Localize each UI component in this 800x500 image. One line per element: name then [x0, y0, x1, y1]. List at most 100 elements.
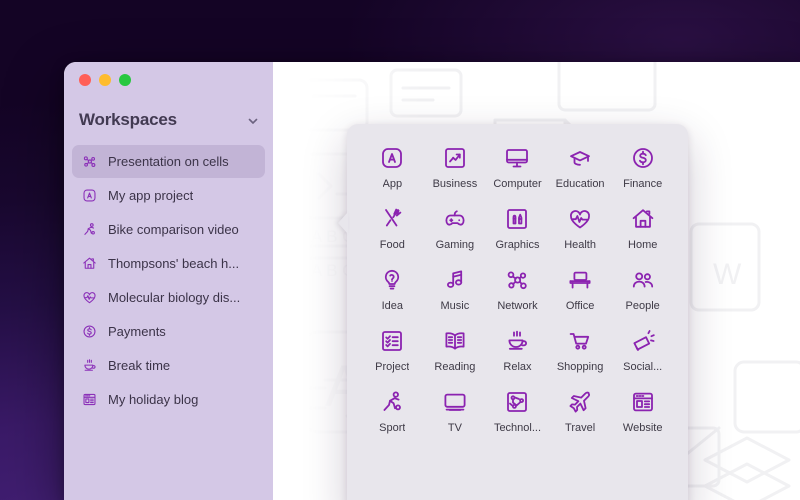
sidebar-item-label: My app project	[108, 188, 194, 203]
network-icon	[503, 266, 531, 294]
icon-option[interactable]: Network	[486, 262, 549, 312]
icon-option-label: Relax	[503, 361, 532, 373]
sport-icon	[81, 221, 98, 238]
icon-option-label: Social...	[623, 361, 663, 373]
icon-option-label: Computer	[493, 178, 542, 190]
website-icon	[629, 388, 657, 416]
icon-option-label: Finance	[623, 178, 663, 190]
icon-option[interactable]: TV	[424, 384, 487, 434]
sidebar-item-label: My holiday blog	[108, 392, 199, 407]
icon-grid: App Business Computer Education Finance Food G…	[361, 140, 674, 434]
icon-picker-popover: App Business Computer Education Finance Food G…	[338, 124, 688, 500]
education-icon	[566, 144, 594, 172]
icon-option[interactable]: Shopping	[549, 323, 612, 373]
icon-option-label: Travel	[565, 422, 596, 434]
sidebar-item[interactable]: Payments	[72, 315, 265, 348]
icon-option-label: Gaming	[435, 239, 475, 251]
sidebar-item[interactable]: Bike comparison video	[72, 213, 265, 246]
icon-option[interactable]: Office	[549, 262, 612, 312]
finance-icon	[81, 323, 98, 340]
website-icon	[81, 391, 98, 408]
sport-icon	[378, 388, 406, 416]
icon-option[interactable]: Sport	[361, 384, 424, 434]
icon-option-label: Business	[432, 178, 478, 190]
icon-option-label: TV	[447, 422, 462, 434]
icon-option[interactable]: Technol...	[486, 384, 549, 434]
chevron-down-icon[interactable]	[247, 114, 259, 126]
window-controls	[79, 74, 131, 86]
icon-option[interactable]: Relax	[486, 323, 549, 373]
icon-option[interactable]: Music	[424, 262, 487, 312]
social-icon	[629, 327, 657, 355]
music-icon	[441, 266, 469, 294]
icon-option-label: Network	[497, 300, 538, 312]
sidebar-item[interactable]: My app project	[72, 179, 265, 212]
office-icon	[566, 266, 594, 294]
sidebar-item-label: Presentation on cells	[108, 154, 229, 169]
reading-icon	[441, 327, 469, 355]
icon-option[interactable]: People	[611, 262, 674, 312]
sidebar-item-label: Break time	[108, 358, 171, 373]
computer-icon	[503, 144, 531, 172]
graphics-icon	[503, 205, 531, 233]
icon-option[interactable]: Gaming	[424, 201, 487, 251]
sidebar: Workspaces Presentation on cells My app p…	[64, 62, 273, 500]
tv-icon	[441, 388, 469, 416]
sidebar-item-label: Bike comparison video	[108, 222, 239, 237]
icon-option-label: Graphics	[495, 239, 540, 251]
window-close-button[interactable]	[79, 74, 91, 86]
icon-option[interactable]: Idea	[361, 262, 424, 312]
icon-option-label: Education	[555, 178, 605, 190]
sidebar-item-label: Payments	[108, 324, 166, 339]
page-title: Workspaces	[79, 110, 177, 129]
icon-option[interactable]: Social...	[611, 323, 674, 373]
svg-text:W: W	[713, 258, 742, 291]
icon-option[interactable]: Reading	[424, 323, 487, 373]
icon-option-label: Food	[379, 239, 405, 251]
icon-option-label: Home	[628, 239, 658, 251]
sidebar-item[interactable]: Molecular biology dis...	[72, 281, 265, 314]
project-icon	[378, 327, 406, 355]
icon-option[interactable]: App	[361, 140, 424, 190]
relax-icon	[81, 357, 98, 374]
food-icon	[378, 205, 406, 233]
icon-option[interactable]: Finance	[611, 140, 674, 190]
icon-option-label: App	[382, 178, 403, 190]
sidebar-item-label: Molecular biology dis...	[108, 290, 241, 305]
icon-option-label: Idea	[381, 300, 403, 312]
travel-icon	[566, 388, 594, 416]
idea-icon	[378, 266, 406, 294]
technology-icon	[503, 388, 531, 416]
icon-option-label: Office	[565, 300, 595, 312]
icon-option[interactable]: Website	[611, 384, 674, 434]
window-zoom-button[interactable]	[119, 74, 131, 86]
sidebar-item[interactable]: Break time	[72, 349, 265, 382]
icon-option[interactable]: Computer	[486, 140, 549, 190]
icon-option-label: Health	[564, 239, 596, 251]
health-icon	[81, 289, 98, 306]
people-icon	[629, 266, 657, 294]
icon-option[interactable]: Project	[361, 323, 424, 373]
icon-option-label: Technol...	[493, 422, 542, 434]
finance-icon	[629, 144, 657, 172]
business-icon	[441, 144, 469, 172]
icon-option[interactable]: Business	[424, 140, 487, 190]
icon-option[interactable]: Food	[361, 201, 424, 251]
sidebar-item[interactable]: My holiday blog	[72, 383, 265, 416]
app-window: A B C A B C W A Workspaces Presentation …	[64, 62, 800, 500]
window-minimize-button[interactable]	[99, 74, 111, 86]
popover-pointer	[338, 212, 348, 234]
icon-option-label: Website	[622, 422, 663, 434]
home-icon	[629, 205, 657, 233]
icon-option[interactable]: Health	[549, 201, 612, 251]
icon-option-label: Shopping	[556, 361, 604, 373]
sidebar-header[interactable]: Workspaces	[79, 110, 259, 130]
icon-option[interactable]: Education	[549, 140, 612, 190]
gaming-icon	[441, 205, 469, 233]
sidebar-item[interactable]: Thompsons' beach h...	[72, 247, 265, 280]
sidebar-item[interactable]: Presentation on cells	[72, 145, 265, 178]
icon-option[interactable]: Graphics	[486, 201, 549, 251]
sidebar-item-label: Thompsons' beach h...	[108, 256, 240, 271]
icon-option[interactable]: Travel	[549, 384, 612, 434]
icon-option[interactable]: Home	[611, 201, 674, 251]
